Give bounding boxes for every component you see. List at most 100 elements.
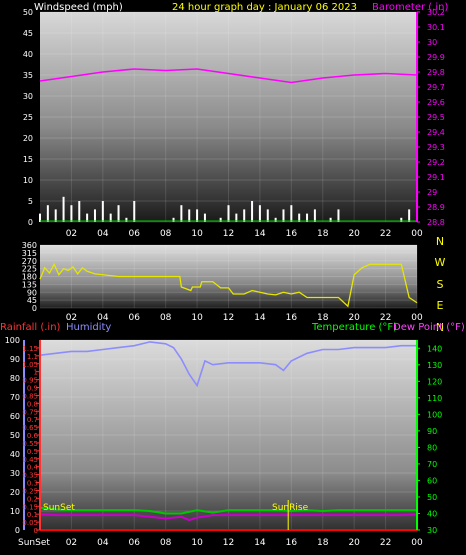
humidity-tick-label: 40 [10,450,20,459]
x-tick-label: 20 [348,538,360,548]
y2-tick-label: 30.1 [427,23,445,32]
x-tick-label: 14 [254,313,266,323]
y-tick-label: 15 [23,155,33,164]
windspeed-bar [290,205,293,222]
rain-tick-label: 0 [34,527,38,535]
x-tick-label: 10 [191,538,203,548]
temp-tick-label: 40 [427,509,437,518]
humidity-tick-label: 60 [10,412,20,421]
rain-tick-label: 0.95 [22,377,38,385]
humidity-tick-label: 70 [10,393,20,402]
y2-tick-label: 29.7 [427,83,445,92]
temp-tick-label: 130 [427,361,442,370]
windspeed-axis-title: Windspeed (mph) [34,2,123,13]
rain-tick-label: 0.3 [27,480,38,488]
humidity-tick-label: 50 [10,431,20,440]
x-tick-label: 06 [129,229,141,239]
windspeed-bar [313,209,316,222]
rainfall-axis-title: Rainfall (.in) [0,322,61,333]
rain-tick-label: 1.15 [22,345,38,353]
windspeed-bar [54,209,57,222]
y2-tick-label: 29.5 [427,113,445,122]
windspeed-bar [258,205,261,222]
temp-tick-label: 50 [427,493,437,502]
temp-tick-label: 30 [427,526,437,535]
x-tick-label: 12 [223,313,234,323]
temp-tick-label: 70 [427,460,437,469]
rain-tick-label: 0.35 [22,472,38,480]
compass-label: W [435,256,446,269]
y-tick-label: 10 [23,176,33,185]
windspeed-bar [70,205,73,222]
x-tick-label: 08 [160,229,172,239]
windspeed-bar [227,205,230,222]
humidity-tick-label: 20 [10,488,20,497]
x-tick-label: 14 [254,538,266,548]
y-tick-label: 30 [23,92,33,101]
x-tick-label: 22 [380,538,391,548]
temp-tick-label: 90 [427,427,437,436]
rain-tick-label: 0.2 [27,495,38,503]
x-tick-label: 00 [411,229,423,239]
x-tick-label: 18 [317,538,329,548]
windspeed-bar [133,201,136,222]
temperature-axis-title: Temperature (°F) [311,322,397,333]
y2-tick-label: 28.9 [427,203,445,212]
rain-tick-label: 0.05 [22,519,38,527]
y2-tick-label: 30 [427,38,437,47]
rain-tick-label: 0.65 [22,424,38,432]
x-tick-label: 10 [191,229,203,239]
y-tick-label: 45 [23,29,33,38]
y-tick-label: 5 [28,197,33,206]
rain-tick-label: 0.6 [27,432,39,440]
y2-tick-label: 29.6 [427,98,445,107]
windspeed-bar [243,209,246,222]
humidity-tick-label: 0 [15,526,20,535]
rain-tick-label: 0.9 [27,385,38,393]
x-tick-label: 14 [254,229,266,239]
windspeed-bar [188,209,191,222]
y2-tick-label: 29.2 [427,158,445,167]
x-tick-label: 00 [411,538,423,548]
windspeed-bar [180,205,183,222]
y2-tick-label: 29.8 [427,68,445,77]
rain-tick-label: 0.45 [22,456,38,464]
y-tick-label: 35 [23,71,33,80]
x-tick-label: 16 [286,313,298,323]
rain-tick-label: 0.1 [27,511,38,519]
x-tick-label: 08 [160,313,172,323]
temp-tick-label: 80 [427,443,437,452]
x-tick-label: 16 [286,538,298,548]
x-tick-label: 10 [191,313,203,323]
y2-tick-label: 29.3 [427,143,445,152]
y-tick-label: 50 [23,8,33,17]
windspeed-bar [46,205,49,222]
rain-tick-label: 0.5 [27,448,38,456]
x-tick-label: 22 [380,229,391,239]
y2-tick-label: 30.2 [427,8,445,17]
y2-tick-label: 28.8 [427,218,445,227]
sunset-axis-label: SunSet [18,538,50,548]
compass-label: E [437,299,444,312]
compass-label: N [436,235,444,248]
rain-tick-label: 0.15 [22,503,38,511]
y-tick-label: 25 [23,113,33,122]
windspeed-bar [337,209,340,222]
y-tick-label: 40 [23,50,33,59]
humidity-tick-label: 80 [10,374,20,383]
humidity-tick-label: 30 [10,469,20,478]
temp-tick-label: 120 [427,377,442,386]
windspeed-bar [408,209,411,222]
windspeed-bar [101,201,104,222]
humidity-axis-title: Humidity [66,322,111,333]
rain-tick-label: 0.85 [22,392,38,400]
windspeed-bar [117,205,120,222]
windspeed-bar [282,209,285,222]
x-tick-label: 02 [66,229,77,239]
y-tick-label: 45 [27,296,37,305]
weather-graph: Windspeed (mph) 24 hour graph day : Janu… [0,2,465,548]
x-tick-label: 04 [97,538,109,548]
x-tick-label: 12 [223,229,234,239]
rain-tick-label: 0.55 [22,440,38,448]
rain-tick-label: 0.75 [22,408,38,416]
